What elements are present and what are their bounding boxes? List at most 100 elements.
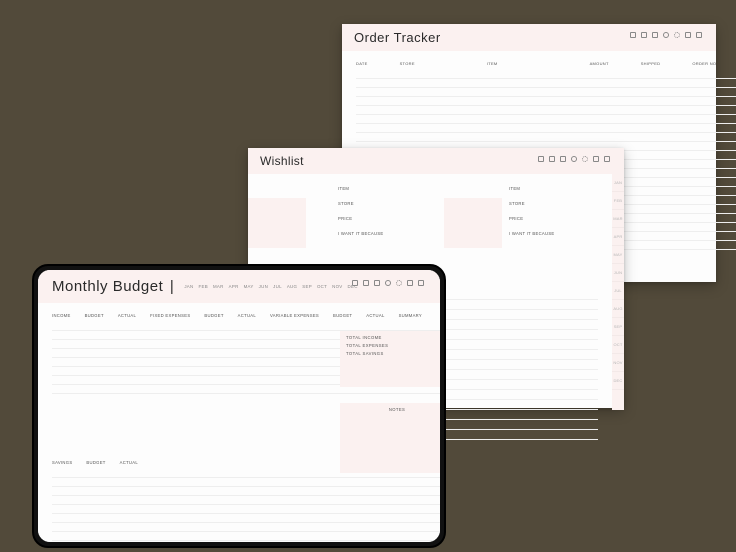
table-row[interactable] — [52, 523, 440, 532]
month-mar[interactable]: MAR — [213, 284, 224, 289]
col-actual4: ACTUAL — [120, 460, 138, 465]
col-amount: AMOUNT — [590, 61, 609, 66]
tab-aug[interactable]: AUG — [612, 300, 624, 318]
month-apr[interactable]: APR — [229, 284, 239, 289]
table-row[interactable] — [356, 124, 736, 133]
tablet-frame: Monthly Budget | JAN FEB MAR APR MAY JUN… — [32, 264, 446, 548]
col-budget1: BUDGET — [85, 313, 104, 318]
forward-icon[interactable] — [549, 156, 555, 162]
gear-icon[interactable] — [582, 156, 588, 162]
summary-total-expenses: TOTAL EXPENSES — [346, 343, 440, 348]
month-oct[interactable]: OCT — [317, 284, 327, 289]
col-actual1: ACTUAL — [118, 313, 136, 318]
grid-icon[interactable] — [652, 32, 658, 38]
month-sep[interactable]: SEP — [302, 284, 312, 289]
table-row[interactable] — [356, 97, 736, 106]
table-row[interactable] — [52, 478, 440, 487]
table-row[interactable] — [356, 79, 736, 88]
wish-item-label2: ITEM — [509, 184, 598, 193]
forward-icon[interactable] — [363, 280, 369, 286]
back-icon[interactable] — [538, 156, 544, 162]
share-icon[interactable] — [407, 280, 413, 286]
month-jun[interactable]: JUN — [259, 284, 268, 289]
gear-icon[interactable] — [674, 32, 680, 38]
table-row[interactable] — [52, 541, 440, 542]
col-item: ITEM — [487, 61, 498, 66]
month-may[interactable]: MAY — [244, 284, 254, 289]
wish-store-label: STORE — [338, 199, 427, 208]
more-icon[interactable] — [604, 156, 610, 162]
forward-icon[interactable] — [641, 32, 647, 38]
toolbar-order-tracker — [630, 32, 702, 38]
table-row[interactable] — [52, 514, 440, 523]
col-date: DATE — [356, 61, 368, 66]
wish-reason-label: I WANT IT BECAUSE — [338, 229, 427, 238]
month-jan[interactable]: JAN — [184, 284, 193, 289]
grid-icon[interactable] — [374, 280, 380, 286]
month-feb[interactable]: FEB — [199, 284, 208, 289]
col-fixed: FIXED EXPENSES — [150, 313, 190, 318]
table-row[interactable] — [52, 496, 440, 505]
wish-price-label2: PRICE — [509, 214, 598, 223]
table-row[interactable] — [356, 133, 736, 142]
col-actual2: ACTUAL — [238, 313, 256, 318]
summary-total-income: TOTAL INCOME — [346, 335, 440, 340]
toolbar-wishlist — [538, 156, 610, 162]
col-orderno: ORDER NO — [692, 61, 716, 66]
wish-store-label2: STORE — [509, 199, 598, 208]
tab-feb[interactable]: FEB — [612, 192, 624, 210]
back-icon[interactable] — [352, 280, 358, 286]
col-variable: VARIABLE EXPENSES — [270, 313, 319, 318]
table-row[interactable] — [356, 106, 736, 115]
order-tracker-columns: DATE STORE ITEM AMOUNT SHIPPED ORDER NO … — [342, 51, 736, 70]
order-tracker-title: Order Tracker — [354, 30, 441, 45]
col-store: STORE — [400, 61, 415, 66]
budget-columns-1: INCOME BUDGET ACTUAL FIXED EXPENSES BUDG… — [38, 303, 440, 322]
month-nov[interactable]: NOV — [332, 284, 342, 289]
grid-icon[interactable] — [560, 156, 566, 162]
tablet-screen: Monthly Budget | JAN FEB MAR APR MAY JUN… — [38, 270, 440, 542]
circle-icon[interactable] — [663, 32, 669, 38]
summary-total-savings: TOTAL SAVINGS — [346, 351, 440, 356]
col-budget4: BUDGET — [86, 460, 105, 465]
table-row[interactable] — [356, 70, 736, 79]
more-icon[interactable] — [418, 280, 424, 286]
col-actual3: ACTUAL — [366, 313, 384, 318]
budget-body: INCOME BUDGET ACTUAL FIXED EXPENSES BUDG… — [38, 303, 440, 542]
month-jul[interactable]: JUL — [273, 284, 282, 289]
share-icon[interactable] — [685, 32, 691, 38]
wishlist-image-right[interactable] — [444, 198, 502, 248]
table-row[interactable] — [52, 322, 440, 331]
table-row[interactable] — [52, 532, 440, 541]
tab-dec[interactable]: DEC — [612, 372, 624, 390]
wishlist-image-left[interactable] — [248, 198, 306, 248]
month-aug[interactable]: AUG — [287, 284, 297, 289]
table-row[interactable] — [52, 487, 440, 496]
circle-icon[interactable] — [571, 156, 577, 162]
tab-mar[interactable]: MAR — [612, 210, 624, 228]
budget-header: Monthly Budget | JAN FEB MAR APR MAY JUN… — [38, 270, 440, 303]
budget-title: Monthly Budget | — [52, 278, 174, 295]
tab-jul[interactable]: JUL — [612, 282, 624, 300]
tab-may[interactable]: MAY — [612, 246, 624, 264]
wish-price-label: PRICE — [338, 214, 427, 223]
table-row[interactable] — [356, 115, 736, 124]
back-icon[interactable] — [630, 32, 636, 38]
tab-nov[interactable]: NOV — [612, 354, 624, 372]
budget-rows-2 — [38, 469, 440, 542]
circle-icon[interactable] — [385, 280, 391, 286]
tab-oct[interactable]: OCT — [612, 336, 624, 354]
tab-sep[interactable]: SEP — [612, 318, 624, 336]
table-row[interactable] — [356, 88, 736, 97]
tab-jun[interactable]: JUN — [612, 264, 624, 282]
tab-jan[interactable]: JAN — [612, 174, 624, 192]
budget-notes-block[interactable]: NOTES — [340, 403, 440, 473]
tab-apr[interactable]: APR — [612, 228, 624, 246]
col-savings: SAVINGS — [52, 460, 72, 465]
gear-icon[interactable] — [396, 280, 402, 286]
wish-reason-label2: I WANT IT BECAUSE — [509, 229, 598, 238]
budget-title-text: Monthly Budget — [52, 278, 163, 295]
table-row[interactable] — [52, 505, 440, 514]
more-icon[interactable] — [696, 32, 702, 38]
share-icon[interactable] — [593, 156, 599, 162]
